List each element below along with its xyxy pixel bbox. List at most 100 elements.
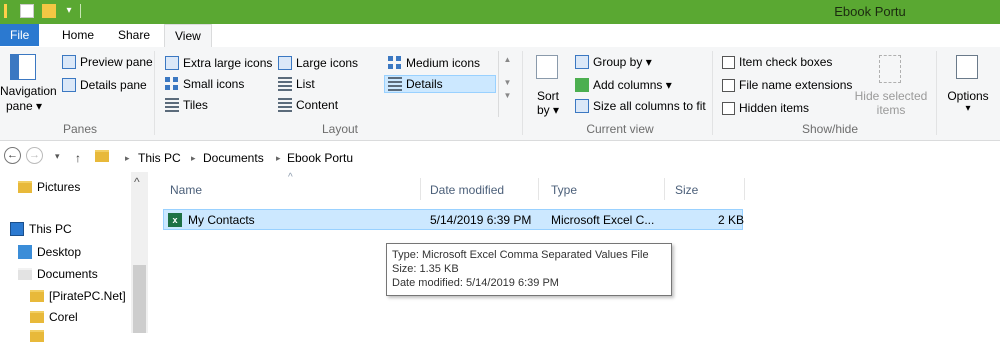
nav-item-corel[interactable]: Corel [30, 310, 78, 324]
hidden-items-label: Hidden items [739, 101, 810, 115]
hide-selected-icon [879, 55, 901, 83]
scroll-up-icon[interactable]: ▲ [499, 55, 516, 64]
nav-item-desktop[interactable]: Desktop [18, 245, 81, 259]
ribbon-separator [936, 51, 937, 135]
layout-content[interactable]: Content [278, 98, 338, 112]
navigation-pane: Pictures This PC Desktop Documents [Pira… [0, 172, 150, 342]
back-button[interactable]: ← [4, 147, 21, 164]
hide-selected-items-button[interactable]: Hide selected items [852, 53, 930, 117]
scroll-up-arrow-icon[interactable]: ^ [134, 175, 140, 189]
options-button[interactable]: Options ▾ [940, 53, 996, 115]
nav-item-pictures[interactable]: Pictures [18, 180, 80, 194]
hidden-items-checkbox[interactable] [722, 101, 735, 115]
navigation-pane-button[interactable]: Navigation pane ▾ [0, 51, 57, 117]
file-name-extensions-toggle[interactable]: File name extensions [722, 78, 852, 92]
hidden-items-toggle[interactable]: Hidden items [722, 101, 809, 115]
navigation-pane-icon [10, 54, 36, 80]
column-divider[interactable] [420, 178, 421, 200]
column-divider[interactable] [538, 178, 539, 200]
size-columns-icon [575, 99, 589, 113]
small-icons-icon [165, 77, 179, 91]
nav-item-partial [30, 330, 44, 342]
layout-tiles[interactable]: Tiles [165, 98, 208, 112]
file-date-modified: 5/14/2019 6:39 PM [430, 213, 532, 227]
computer-icon [10, 222, 24, 236]
forward-button[interactable]: → [26, 147, 43, 164]
options-icon [956, 55, 978, 79]
new-folder-icon[interactable] [42, 4, 56, 18]
navigation-pane-label-2: pane ▾ [5, 99, 43, 113]
item-check-boxes-checkbox[interactable] [722, 55, 735, 69]
layout-item-label: Content [296, 98, 339, 112]
nav-item-label: Desktop [37, 245, 82, 259]
customize-qat-icon[interactable]: ▾ [62, 4, 76, 18]
layout-item-label: Tiles [183, 98, 208, 112]
breadcrumb-ebook-portu[interactable]: Ebook Portu [287, 151, 353, 165]
column-header-name[interactable]: Name [170, 183, 202, 197]
layout-item-label: Small icons [183, 77, 245, 91]
nav-pane-scroll-thumb[interactable] [133, 265, 146, 333]
properties-icon[interactable] [20, 4, 34, 18]
large-icons-icon [278, 56, 292, 70]
scroll-down-icon[interactable]: ▼ [499, 78, 516, 87]
sort-by-button[interactable]: Sort by ▾ [532, 53, 568, 117]
folder-icon [30, 311, 44, 323]
item-check-boxes-toggle[interactable]: Item check boxes [722, 55, 832, 69]
nav-item-documents[interactable]: Documents [18, 267, 98, 281]
layout-large-icons[interactable]: Large icons [278, 56, 358, 70]
tab-view[interactable]: View [164, 24, 212, 48]
tiles-icon [165, 98, 179, 112]
breadcrumb-documents[interactable]: Documents [203, 151, 264, 165]
details-pane-icon [62, 78, 76, 92]
nav-item-this-pc[interactable]: This PC [10, 222, 72, 236]
layout-extra-large-icons[interactable]: Extra large icons [165, 56, 272, 70]
nav-item-piratepc[interactable]: [PiratePC.Net] [30, 289, 126, 303]
column-header-type[interactable]: Type [551, 183, 577, 197]
group-by-button[interactable]: Group by ▾ [575, 55, 652, 69]
recent-locations-button[interactable]: ▾ [55, 151, 60, 162]
breadcrumb-this-pc[interactable]: This PC [138, 151, 181, 165]
file-type: Microsoft Excel C... [551, 213, 655, 227]
app-icon [4, 4, 7, 18]
file-size: 2 KB [718, 213, 745, 227]
tab-file[interactable]: File [0, 24, 40, 46]
options-dropdown-icon: ▾ [965, 103, 971, 114]
group-label-panes: Panes [62, 122, 98, 136]
sort-by-label-2: by ▾ [536, 103, 560, 117]
up-button[interactable]: ↑ [75, 151, 81, 165]
column-divider[interactable] [664, 178, 665, 200]
column-header-size[interactable]: Size [675, 183, 698, 197]
breadcrumb-separator: ▸ [276, 153, 281, 163]
column-divider[interactable] [744, 178, 745, 200]
layout-medium-icons[interactable]: Medium icons [388, 56, 480, 70]
add-columns-button[interactable]: Add columns ▾ [575, 78, 672, 92]
layout-item-label: Large icons [296, 56, 359, 70]
ribbon: Navigation pane ▾ Preview pane Details p… [0, 47, 1000, 141]
layout-list[interactable]: List [278, 77, 315, 91]
folder-icon [95, 150, 109, 162]
nav-item-label: This PC [29, 222, 72, 236]
preview-pane-label: Preview pane [80, 55, 153, 69]
tab-home[interactable]: Home [52, 24, 104, 46]
layout-item-label: List [296, 77, 315, 91]
file-name-extensions-label: File name extensions [739, 78, 853, 92]
file-name[interactable]: My Contacts [188, 213, 255, 227]
layout-details[interactable]: Details [384, 75, 496, 93]
preview-pane-button[interactable]: Preview pane [62, 55, 153, 69]
file-name-extensions-checkbox[interactable] [722, 78, 735, 92]
gallery-more-icon[interactable]: ▼ [499, 91, 516, 100]
column-header-date-modified[interactable]: Date modified [430, 183, 504, 197]
details-pane-button[interactable]: Details pane [62, 78, 147, 92]
size-columns-button[interactable]: Size all columns to fit [575, 99, 706, 113]
layout-small-icons[interactable]: Small icons [165, 77, 244, 91]
layout-gallery-scroll[interactable]: ▲ ▼ ▼ [498, 51, 516, 117]
layout-item-label: Extra large icons [183, 56, 273, 70]
navigation-pane-label: Navigation [0, 84, 57, 98]
extra-large-icons-icon [165, 56, 179, 70]
details-pane-label: Details pane [80, 78, 147, 92]
item-check-boxes-label: Item check boxes [739, 55, 833, 69]
tab-share[interactable]: Share [108, 24, 160, 46]
options-label: Options [947, 89, 989, 103]
folder-icon [18, 181, 32, 193]
nav-item-label: Pictures [37, 180, 81, 194]
